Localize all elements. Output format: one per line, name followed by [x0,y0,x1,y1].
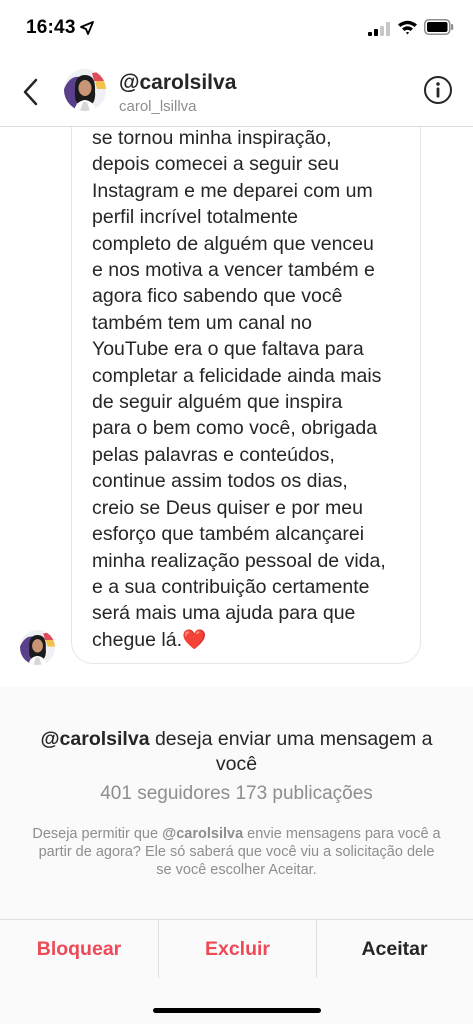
message-line: esforço que também alcançarei [92,523,365,546]
message-line: minha realização pessoal de vida, [92,549,386,572]
message-line: e nos motiva a vencer também e [92,259,375,282]
message-line: depois comecei a seguir seu [92,153,340,176]
message-line: agora fico sabendo que você [92,285,343,308]
message-line: também tem um canal no [92,311,313,334]
request-title-text: deseja enviar uma mensagem a você [149,728,433,775]
message-line-last: chegue lá.❤️ [92,627,412,653]
status-time: 16:43 [26,17,76,38]
message-line: completar a felicidade ainda mais [92,364,382,387]
message-last-text: chegue lá. [92,628,182,651]
status-bar: 16:43 [0,0,473,58]
message-line: será mais uma ajuda para que [92,602,356,625]
accept-button[interactable]: Aceitar [316,920,473,978]
message-line: pelas palavras e conteúdos, [92,443,335,466]
message-text: se tornou minha inspiração, depois comec… [92,127,412,653]
request-title: @carolsilva deseja enviar uma mensagem a… [20,727,453,777]
message-line: se tornou minha inspiração, [92,127,332,149]
header-username[interactable]: @carolsilva [119,71,236,95]
message-line: completo de alguém que venceu [92,232,374,255]
message-line: e a sua contribuição certamente [92,575,370,598]
message-thread: se tornou minha inspiração, depois comec… [0,127,473,687]
request-action-bar: Bloquear Excluir Aceitar [0,919,473,978]
message-line: para o bem como você, obrigada [92,417,378,440]
wifi-icon [398,20,417,35]
request-note-prefix: Deseja permitir que [32,826,163,842]
message-request-panel: @carolsilva deseja enviar uma mensagem a… [0,687,473,1024]
battery-icon [424,19,454,35]
block-button[interactable]: Bloquear [0,920,158,978]
request-note: Deseja permitir que @carolsilva envie me… [30,825,443,879]
back-chevron-icon[interactable] [18,76,44,108]
message-line: continue assim todos os dias, [92,470,348,493]
message-line: YouTube era o que faltava para [92,338,364,361]
delete-button[interactable]: Excluir [158,920,317,978]
cellular-signal-icon [368,22,390,36]
info-icon[interactable] [423,75,453,105]
message-line: perfil incrível totalmente [92,206,298,229]
message-line: creio se Deus quiser e por meu [92,496,363,519]
avatar[interactable] [64,69,106,111]
message-line: de seguir alguém que inspira [92,391,343,414]
home-indicator [153,1008,321,1013]
header-subname: carol_lsillva [119,98,197,115]
message-line: Instagram e me deparei com um [92,179,373,202]
location-arrow-icon [80,21,94,35]
request-username[interactable]: @carolsilva [41,728,150,750]
heart-emoji-icon: ❤️ [182,628,207,651]
message-bubble[interactable]: se tornou minha inspiração, depois comec… [71,127,421,664]
request-stats: 401 seguidores 173 publicações [100,783,373,804]
conversation-header: @carolsilva carol_lsillva [0,58,473,127]
request-note-username: @carolsilva [162,826,244,842]
sender-avatar[interactable] [20,630,55,665]
profile-photo [20,630,55,665]
profile-photo [64,69,106,111]
